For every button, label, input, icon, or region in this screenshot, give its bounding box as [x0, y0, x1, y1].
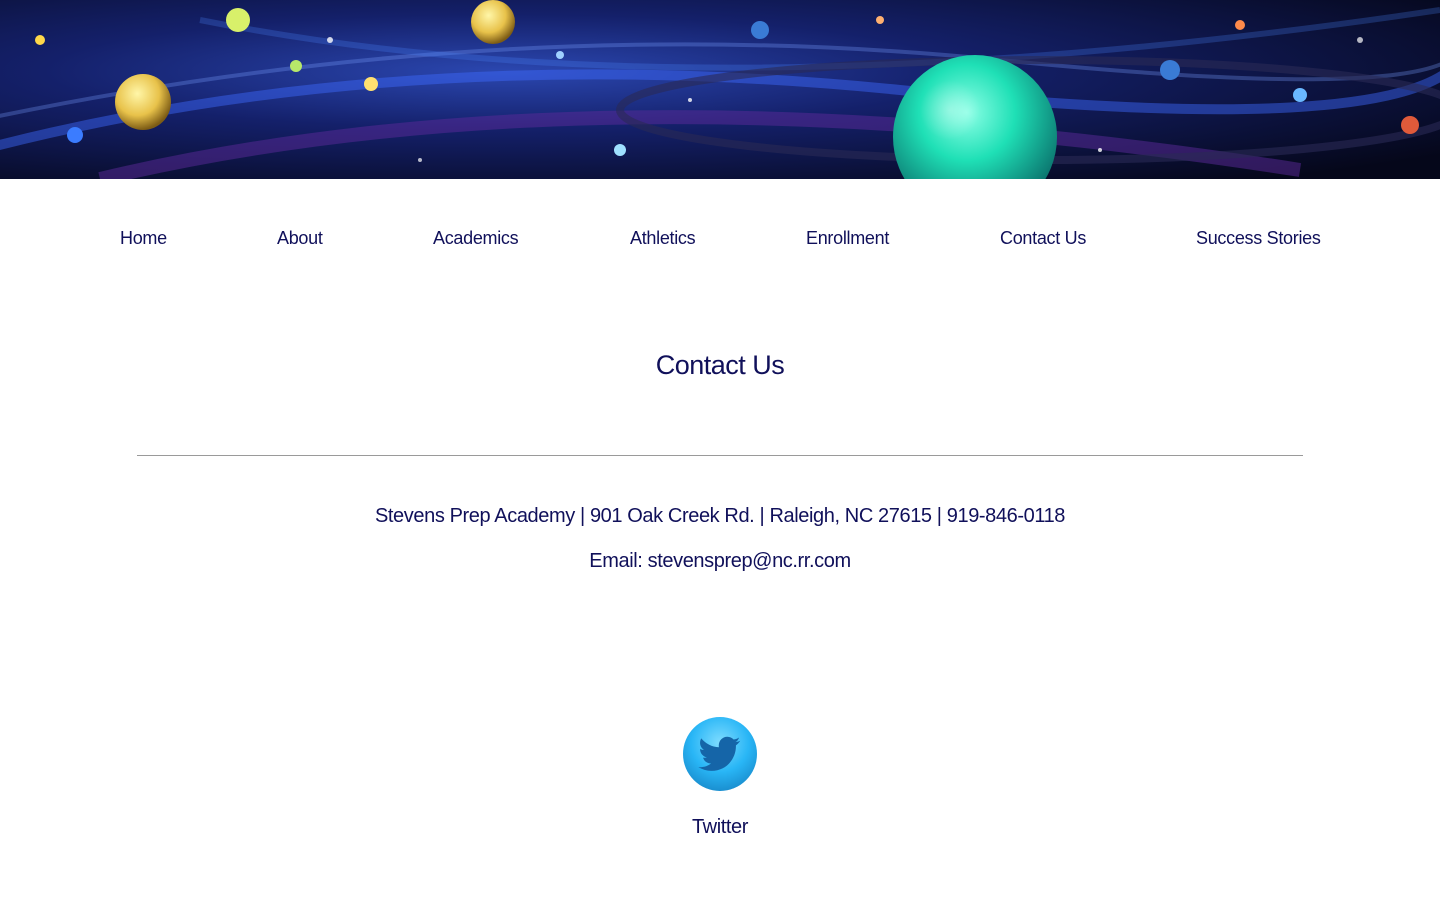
nav-item-contact-us[interactable]: Contact Us — [1000, 228, 1086, 249]
divider — [137, 455, 1303, 456]
email-label: Email: — [589, 550, 648, 572]
email-line: Email: stevensprep@nc.rr.com — [0, 550, 1440, 573]
header-banner — [0, 0, 1440, 179]
nav-item-academics[interactable]: Academics — [433, 228, 519, 249]
nav-item-athletics[interactable]: Athletics — [630, 228, 696, 249]
page-title: Contact Us — [655, 350, 785, 380]
twitter-label[interactable]: Twitter — [0, 816, 1440, 839]
address-line: Stevens Prep Academy | 901 Oak Creek Rd.… — [374, 505, 1066, 527]
main-nav: Home About Academics Athletics Enrollmen… — [0, 228, 1440, 258]
email-link[interactable]: stevensprep@nc.rr.com — [648, 550, 852, 572]
nav-item-home[interactable]: Home — [120, 228, 167, 249]
twitter-icon — [683, 717, 757, 791]
nav-item-enrollment[interactable]: Enrollment — [806, 228, 889, 249]
space-planets-image — [0, 0, 1440, 179]
nav-item-success-stories[interactable]: Success Stories — [1196, 228, 1321, 249]
nav-item-about[interactable]: About — [277, 228, 323, 249]
twitter-button[interactable] — [682, 716, 758, 792]
